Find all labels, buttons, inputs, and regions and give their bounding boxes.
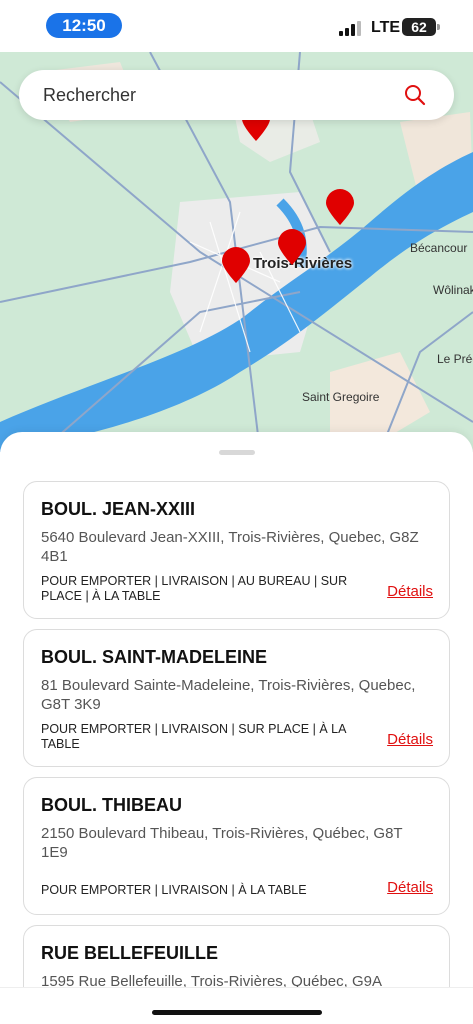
location-services: POUR EMPORTER | LIVRAISON | SUR PLACE | … — [41, 722, 346, 751]
home-indicator[interactable] — [152, 1010, 322, 1015]
location-card[interactable]: BOUL. JEAN-XXIII 5640 Boulevard Jean-XXI… — [23, 481, 450, 619]
search-icon[interactable] — [404, 84, 426, 106]
details-link[interactable]: Détails — [387, 583, 433, 600]
details-link[interactable]: Détails — [387, 731, 433, 748]
location-name: RUE BELLEFEUILLE — [41, 943, 219, 963]
search-input[interactable] — [43, 70, 383, 120]
location-name: BOUL. JEAN-XXIII — [41, 499, 196, 519]
status-time: 12:50 — [46, 13, 122, 38]
bottom-bar — [0, 987, 473, 1024]
map-pin-icon[interactable] — [325, 188, 355, 226]
location-name: BOUL. SAINT-MADELEINE — [41, 647, 268, 667]
search-bar[interactable] — [19, 70, 454, 120]
signal-icon — [339, 20, 365, 36]
location-address: 2150 Boulevard Thibeau, Trois-Rivières, … — [41, 825, 403, 861]
location-services: POUR EMPORTER | LIVRAISON | AU BUREAU | … — [41, 574, 348, 603]
location-name: BOUL. THIBEAU — [41, 795, 182, 815]
network-type: LTE — [371, 19, 401, 36]
sheet-drag-handle[interactable] — [219, 450, 255, 455]
map-label-le-prec: Le Préc — [437, 352, 473, 366]
map-label-saint-gregoire: Saint Gregoire — [302, 390, 380, 404]
location-card[interactable]: BOUL. THIBEAU 2150 Boulevard Thibeau, Tr… — [23, 777, 450, 915]
map-pin-icon[interactable] — [277, 228, 307, 266]
status-bar: 12:50 LTE 62 — [0, 0, 473, 52]
location-card[interactable]: BOUL. SAINT-MADELEINE 81 Boulevard Saint… — [23, 629, 450, 767]
map-label-wolinak: Wôlinak — [433, 283, 473, 297]
map-pin-icon[interactable] — [221, 246, 251, 284]
location-services: POUR EMPORTER | LIVRAISON | À LA TABLE — [41, 883, 307, 897]
battery-icon: 62 — [402, 18, 440, 36]
map-label-becancour: Bécancour — [410, 241, 468, 255]
locations-sheet[interactable]: BOUL. JEAN-XXIII 5640 Boulevard Jean-XXI… — [0, 432, 473, 1024]
location-address: 5640 Boulevard Jean-XXIII, Trois-Rivière… — [41, 529, 419, 565]
details-link[interactable]: Détails — [387, 879, 433, 896]
battery-level: 62 — [411, 19, 427, 35]
location-address: 81 Boulevard Sainte-Madeleine, Trois-Riv… — [41, 677, 416, 713]
